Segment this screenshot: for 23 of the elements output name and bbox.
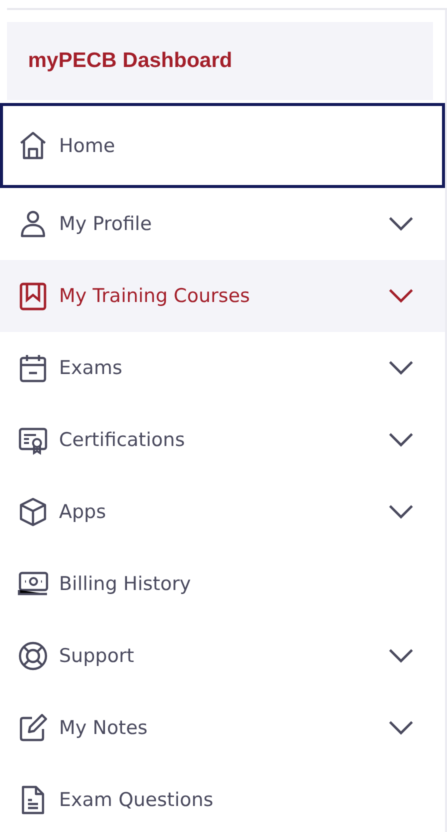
menu-item[interactable]: My Notes <box>0 692 445 764</box>
menu-item[interactable]: Support <box>0 620 445 692</box>
calendar-icon <box>17 352 49 384</box>
chevron-down-icon[interactable] <box>388 648 414 664</box>
menu-item[interactable]: Exams <box>0 332 445 404</box>
menu-item[interactable]: My Training Courses <box>0 260 445 332</box>
chevron-down-icon[interactable] <box>388 432 414 448</box>
chevron-down-icon[interactable] <box>388 216 414 232</box>
chevron-down-icon[interactable] <box>388 504 414 520</box>
menu-item[interactable]: Exam Questions <box>0 764 445 832</box>
menu-item[interactable]: Billing History <box>0 548 445 620</box>
menu-item[interactable]: My Profile <box>0 188 445 260</box>
chevron-down-icon[interactable] <box>388 360 414 376</box>
dashboard-title: myPECB Dashboard <box>28 49 232 73</box>
lifebuoy-icon <box>17 640 49 672</box>
chevron-down-icon[interactable] <box>388 288 414 304</box>
bookmark-icon <box>17 280 49 312</box>
pencil-icon <box>17 712 49 744</box>
menu-item[interactable]: Certifications <box>0 404 445 476</box>
menu-item[interactable]: Home <box>0 103 445 188</box>
chevron-down-icon[interactable] <box>388 720 414 736</box>
cube-icon <box>17 496 49 528</box>
menu-item[interactable]: Apps <box>0 476 445 548</box>
